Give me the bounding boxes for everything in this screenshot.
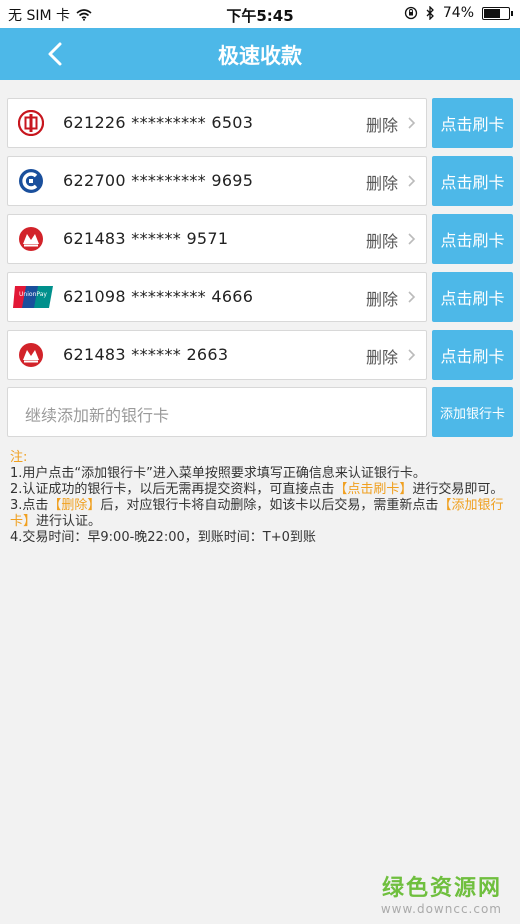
watermark-text: 绿色资源网 (381, 876, 502, 901)
chevron-right-icon (408, 233, 416, 245)
note-line-2: 2.认证成功的银行卡，以后无需再提交资料，可直接点击【点击刷卡】进行交易即可。 (10, 482, 510, 498)
battery-percent: 74% (442, 5, 474, 21)
notes-title: 注: (10, 450, 28, 465)
card-row: UnionPay 621098 ********* 4666 删除 点击刷卡 (7, 272, 513, 322)
chevron-right-icon (408, 117, 416, 129)
delete-button[interactable]: 删除 (366, 170, 398, 194)
card-number: 621226 ********* 6503 (63, 113, 254, 132)
card-item[interactable]: 621483 ****** 9571 删除 (7, 214, 427, 264)
card-row: 621226 ********* 6503 删除 点击刷卡 (7, 98, 513, 148)
card-item[interactable]: UnionPay 621098 ********* 4666 删除 (7, 272, 427, 322)
status-right: 74% (404, 5, 513, 21)
note-line-4: 4.交易时间：早9:00-晚22:00，到账时间：T+0到账 (10, 530, 316, 545)
svg-text:UnionPay: UnionPay (19, 291, 47, 298)
card-item[interactable]: 622700 ********* 9695 删除 (7, 156, 427, 206)
card-item[interactable]: 621483 ****** 2663 删除 (7, 330, 427, 380)
add-card-row: 继续添加新的银行卡 添加银行卡 (7, 387, 513, 437)
note-highlight: 【删除】 (48, 498, 101, 513)
cmb-logo-icon (19, 343, 43, 367)
note-text: 2.认证成功的银行卡，以后无需再提交资料，可直接点击 (10, 482, 335, 497)
note-text: 3.点击 (10, 498, 49, 513)
note-text: 进行交易即可。 (412, 482, 504, 497)
note-highlight: 【点击刷卡】 (334, 482, 413, 497)
add-card-placeholder: 继续添加新的银行卡 (25, 406, 170, 425)
unionpay-logo-icon: UnionPay (13, 286, 53, 308)
chevron-right-icon (408, 175, 416, 187)
swipe-card-button[interactable]: 点击刷卡 (432, 156, 513, 206)
status-bar: 无 SIM 卡 下午5:45 74% (0, 0, 520, 28)
card-item[interactable]: 621226 ********* 6503 删除 (7, 98, 427, 148)
ccb-logo-icon (19, 169, 43, 193)
watermark: 绿色资源网 www.downcc.com (381, 870, 502, 916)
chevron-right-icon (408, 349, 416, 361)
watermark-url: www.downcc.com (380, 902, 502, 916)
note-text: 后，对应银行卡将自动删除，如该卡以后交易，需重新点击 (100, 498, 439, 513)
card-row: 622700 ********* 9695 删除 点击刷卡 (7, 156, 513, 206)
delete-button[interactable]: 删除 (366, 344, 398, 368)
chevron-right-icon (408, 291, 416, 303)
icbc-logo-icon (18, 110, 44, 136)
battery-icon (482, 6, 513, 20)
delete-button[interactable]: 删除 (366, 286, 398, 310)
swipe-card-button[interactable]: 点击刷卡 (432, 98, 513, 148)
swipe-card-button[interactable]: 点击刷卡 (432, 330, 513, 380)
nav-bar: 极速收款 (0, 28, 520, 80)
notes-section: 注: 1.用户点击“添加银行卡”进入菜单按照要求填写正确信息来认证银行卡。 2.… (10, 450, 510, 546)
battery-fill (484, 8, 501, 18)
note-line-1: 1.用户点击“添加银行卡”进入菜单按照要求填写正确信息来认证银行卡。 (10, 466, 426, 481)
cmb-logo-icon (19, 227, 43, 251)
delete-button[interactable]: 删除 (366, 228, 398, 252)
add-card-input[interactable]: 继续添加新的银行卡 (7, 387, 427, 437)
bluetooth-icon (426, 6, 434, 20)
card-number: 621483 ****** 2663 (63, 345, 229, 364)
page-title: 极速收款 (218, 44, 302, 68)
card-number: 621098 ********* 4666 (63, 287, 254, 306)
note-line-3: 3.点击【删除】后，对应银行卡将自动删除，如该卡以后交易，需重新点击【添加银行卡… (10, 498, 510, 530)
swipe-card-button[interactable]: 点击刷卡 (432, 214, 513, 264)
rotation-lock-icon (404, 6, 418, 20)
add-card-button[interactable]: 添加银行卡 (432, 387, 513, 437)
card-row: 621483 ****** 9571 删除 点击刷卡 (7, 214, 513, 264)
note-text: 进行认证。 (36, 514, 102, 529)
swipe-card-button[interactable]: 点击刷卡 (432, 272, 513, 322)
card-row: 621483 ****** 2663 删除 点击刷卡 (7, 330, 513, 380)
card-number: 622700 ********* 9695 (63, 171, 254, 190)
delete-button[interactable]: 删除 (366, 112, 398, 136)
card-number: 621483 ****** 9571 (63, 229, 229, 248)
